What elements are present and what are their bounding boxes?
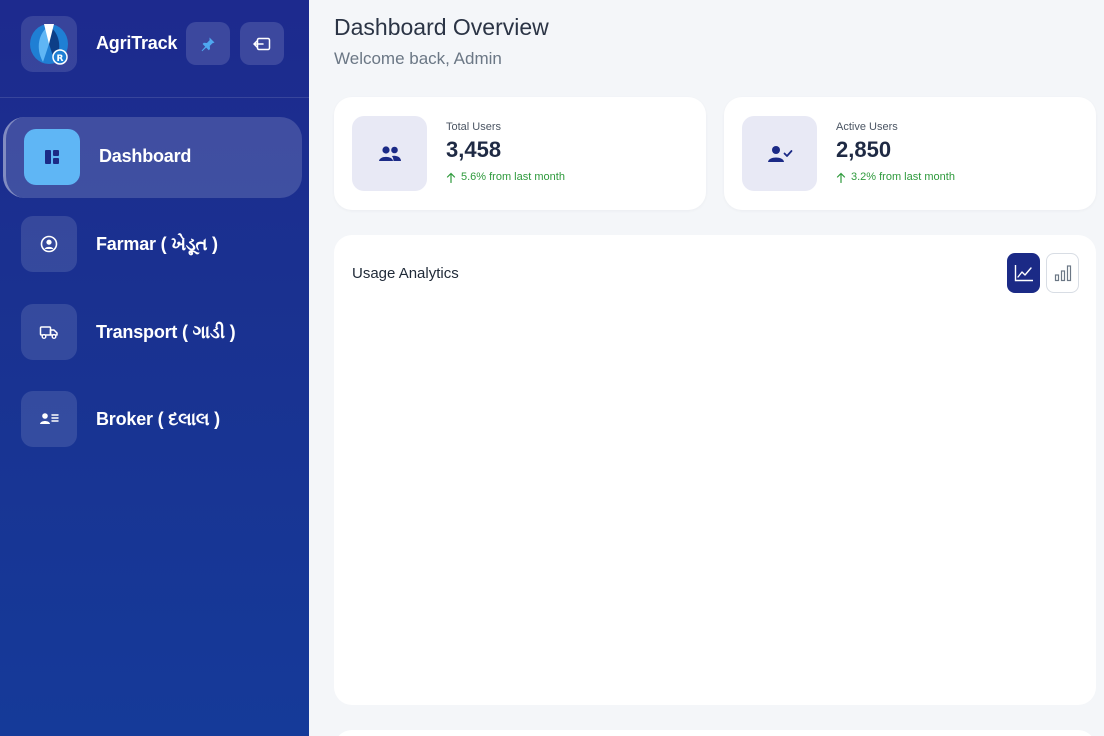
line-chart-toggle-button[interactable] — [1007, 253, 1040, 293]
page-subtitle: Welcome back, Admin — [334, 49, 502, 68]
agritrack-logo-icon[interactable]: R — [21, 16, 77, 72]
dashboard-icon — [24, 129, 80, 185]
sidebar-item-label: Farmar ( ખેડૂત ) — [96, 234, 218, 254]
usage-analytics-card: Usage Analytics — [334, 235, 1096, 705]
page-title: Dashboard Overview — [334, 14, 549, 40]
stat-trend-text: 3.2% from last month — [851, 171, 955, 183]
stat-card-active-users: Active Users 2,850 3.2% from last month — [724, 97, 1096, 210]
truck-icon — [21, 304, 77, 360]
pin-button[interactable] — [186, 22, 230, 65]
collapse-sidebar-icon — [253, 37, 271, 50]
bar-chart-toggle-button[interactable] — [1046, 253, 1079, 293]
line-chart-icon — [1014, 265, 1033, 282]
sidebar-item-label: Broker ( દલાલ ) — [96, 409, 220, 429]
stat-value: 2,850 — [836, 137, 892, 162]
sidebar-item-transport[interactable]: Transport ( ગાડી ) — [0, 292, 309, 372]
pin-icon — [201, 37, 215, 51]
brand-row: R AgriTrack — [0, 0, 309, 98]
arrow-up-icon — [446, 172, 456, 183]
analytics-title: Usage Analytics — [352, 265, 459, 282]
stat-trend-text: 5.6% from last month — [461, 171, 565, 183]
users-icon — [352, 116, 427, 191]
arrow-up-icon — [836, 172, 846, 183]
user-check-icon — [742, 116, 817, 191]
stat-card-total-users: Total Users 3,458 5.6% from last month — [334, 97, 706, 210]
bar-chart-icon — [1054, 265, 1071, 282]
sidebar-item-farmar[interactable]: Farmar ( ખેડૂત ) — [0, 204, 309, 284]
sidebar-item-label: Dashboard — [99, 146, 192, 166]
stat-label: Total Users — [446, 121, 502, 133]
stat-value: 3,458 — [446, 137, 502, 162]
stat-trend: 3.2% from last month — [836, 171, 955, 183]
sidebar-item-dashboard[interactable]: Dashboard — [3, 117, 302, 198]
stat-trend: 5.6% from last month — [446, 171, 565, 183]
sidebar-item-broker[interactable]: Broker ( દલાલ ) — [0, 379, 309, 459]
svg-text:R: R — [57, 54, 64, 64]
sidebar: R AgriTrack Dashboard Farmar (ખેડૂત) T… — [0, 0, 309, 736]
sidebar-item-label: Transport ( ગાડી ) — [96, 322, 236, 342]
collapse-sidebar-button[interactable] — [240, 22, 284, 65]
user-circle-icon — [21, 216, 77, 272]
brand-name: AgriTrack — [96, 33, 178, 53]
stat-label: Active Users — [836, 121, 898, 133]
next-section-card — [334, 730, 1096, 736]
id-list-icon — [21, 391, 77, 447]
